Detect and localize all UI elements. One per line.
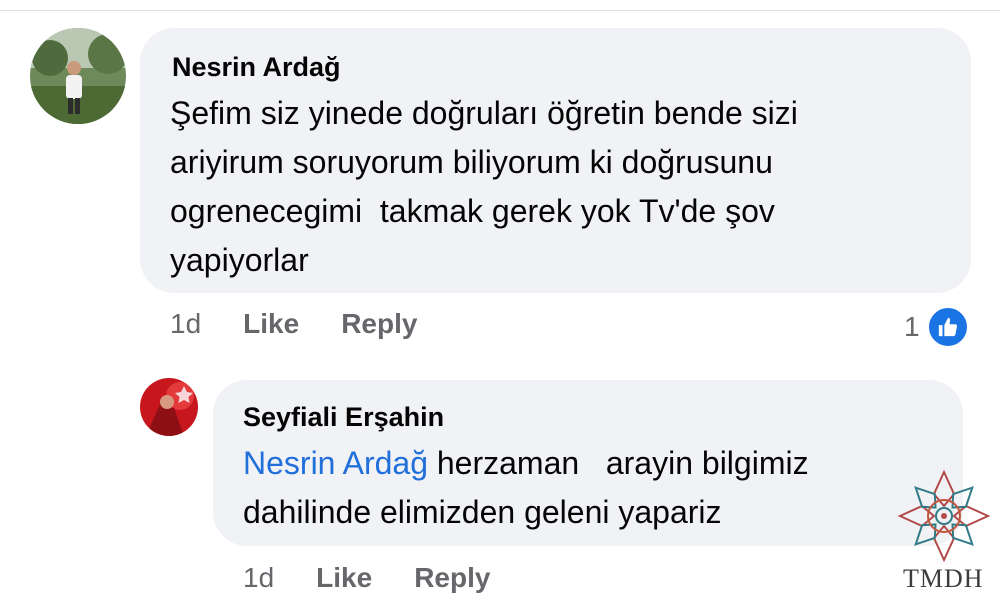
reply-reply-button[interactable]: Reply [414, 562, 490, 594]
comment-timestamp[interactable]: 1d [170, 308, 201, 340]
comment-text-line-4: yapiyorlar [170, 242, 309, 278]
comment-text-line-3: ogrenecegimi takmak gerek yok Tv'de şov [170, 193, 775, 229]
top-divider [0, 0, 1000, 11]
reply-like-button[interactable]: Like [316, 562, 372, 594]
comment-text-line-2: ariyirum soruyorum biliyorum ki doğrusun… [170, 144, 773, 180]
reply-text-rest: herzaman arayin bilgimiz [427, 445, 809, 481]
reaction-count: 1 [904, 311, 920, 342]
comment-text-line-1: Şefim siz yinede doğruları öğretin bende… [170, 95, 798, 131]
mention-link[interactable]: Nesrin Ardağ [243, 445, 428, 481]
thumbs-up-icon [925, 305, 970, 349]
avatar-seyfiali[interactable] [140, 378, 198, 436]
like-button[interactable]: Like [243, 308, 299, 340]
reply-author[interactable]: Seyfiali Erşahin [243, 402, 444, 433]
comment-author[interactable]: Nesrin Ardağ [172, 52, 341, 83]
reply-text-line-2: dahilinde elimizden geleni yapariz [243, 494, 722, 530]
reply-timestamp[interactable]: 1d [243, 562, 274, 594]
comment-actions: 1d Like Reply [170, 308, 417, 340]
reply-actions: 1d Like Reply [243, 562, 490, 594]
reaction-summary[interactable]: 1 [904, 305, 970, 349]
reply-text-line-1: Nesrin Ardağ herzaman arayin bilgimiz [243, 438, 809, 488]
watermark-text: TMDH [903, 564, 984, 593]
avatar-nesrin[interactable] [30, 28, 126, 124]
reply-button[interactable]: Reply [341, 308, 417, 340]
mandala-icon [896, 468, 992, 564]
